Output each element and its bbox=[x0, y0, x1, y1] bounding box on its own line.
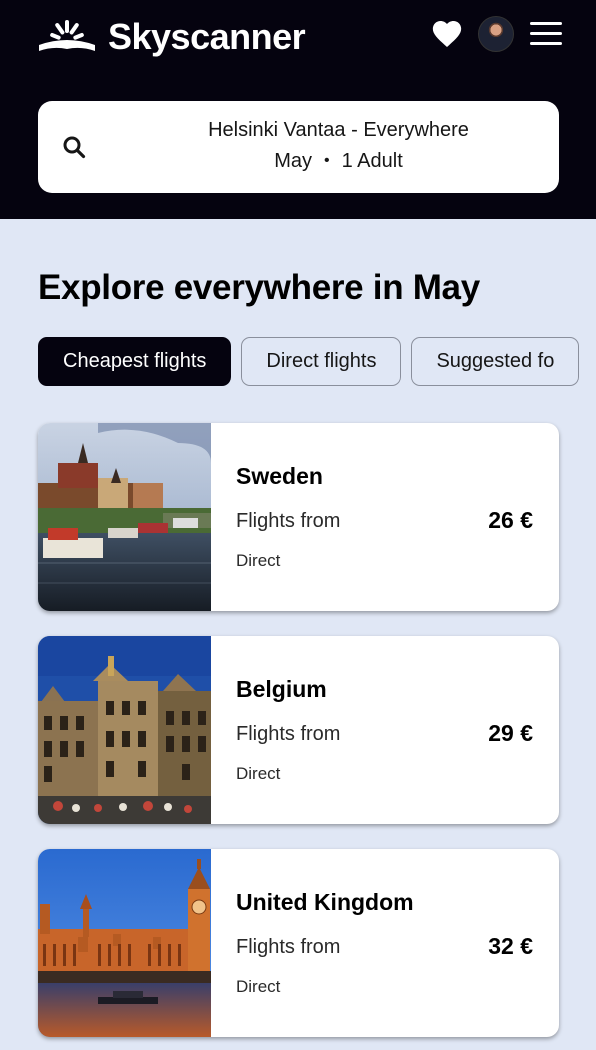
flights-from-label: Flights from bbox=[236, 936, 341, 958]
chip-suggested[interactable]: Suggested fo bbox=[411, 337, 580, 386]
filter-chips: Cheapest flights Direct flights Suggested … bbox=[38, 337, 596, 386]
chip-cheapest-flights[interactable]: Cheapest flights bbox=[38, 337, 232, 386]
separator-dot: • bbox=[324, 152, 330, 169]
hamburger-menu-icon[interactable] bbox=[530, 22, 562, 48]
search-route: Helsinki Vantaa - Everywhere bbox=[208, 119, 469, 141]
stops-label: Direct bbox=[236, 977, 281, 996]
united-kingdom-photo bbox=[38, 849, 211, 1037]
price: 29 € bbox=[488, 720, 533, 746]
stops-label: Direct bbox=[236, 764, 281, 783]
price: 32 € bbox=[488, 933, 533, 959]
search-month: May bbox=[274, 150, 312, 172]
page-title: Explore everywhere in May bbox=[38, 268, 480, 307]
belgium-photo bbox=[38, 636, 211, 824]
stops-label: Direct bbox=[236, 551, 281, 570]
flights-from-label: Flights from bbox=[236, 510, 341, 532]
user-avatar[interactable] bbox=[478, 16, 514, 52]
result-card-belgium[interactable]: Belgium Flights from 29 € Direct bbox=[38, 636, 559, 824]
search-details: May • 1 Adult bbox=[38, 150, 559, 173]
sunrise-logo-icon bbox=[39, 20, 95, 51]
search-travellers: 1 Adult bbox=[341, 150, 403, 172]
sweden-photo bbox=[38, 423, 211, 611]
chip-direct-flights[interactable]: Direct flights bbox=[241, 337, 402, 386]
logo-wordmark: Skyscanner bbox=[108, 16, 306, 57]
result-card-united-kingdom[interactable]: United Kingdom Flights from 32 € Direct bbox=[38, 849, 559, 1037]
search-summary-box[interactable]: Helsinki Vantaa - Everywhere May • 1 Adult bbox=[38, 101, 559, 193]
country-name: United Kingdom bbox=[236, 889, 414, 915]
country-name: Sweden bbox=[236, 463, 323, 489]
price: 26 € bbox=[488, 507, 533, 533]
top-bar: Skyscanner Helsinki Vantaa - Everywhere … bbox=[0, 0, 596, 219]
result-card-sweden[interactable]: Sweden Flights from 26 € Direct bbox=[38, 423, 559, 611]
country-name: Belgium bbox=[236, 676, 327, 702]
heart-icon[interactable] bbox=[430, 17, 464, 51]
skyscanner-logo[interactable]: Skyscanner bbox=[38, 14, 306, 60]
flights-from-label: Flights from bbox=[236, 723, 341, 745]
